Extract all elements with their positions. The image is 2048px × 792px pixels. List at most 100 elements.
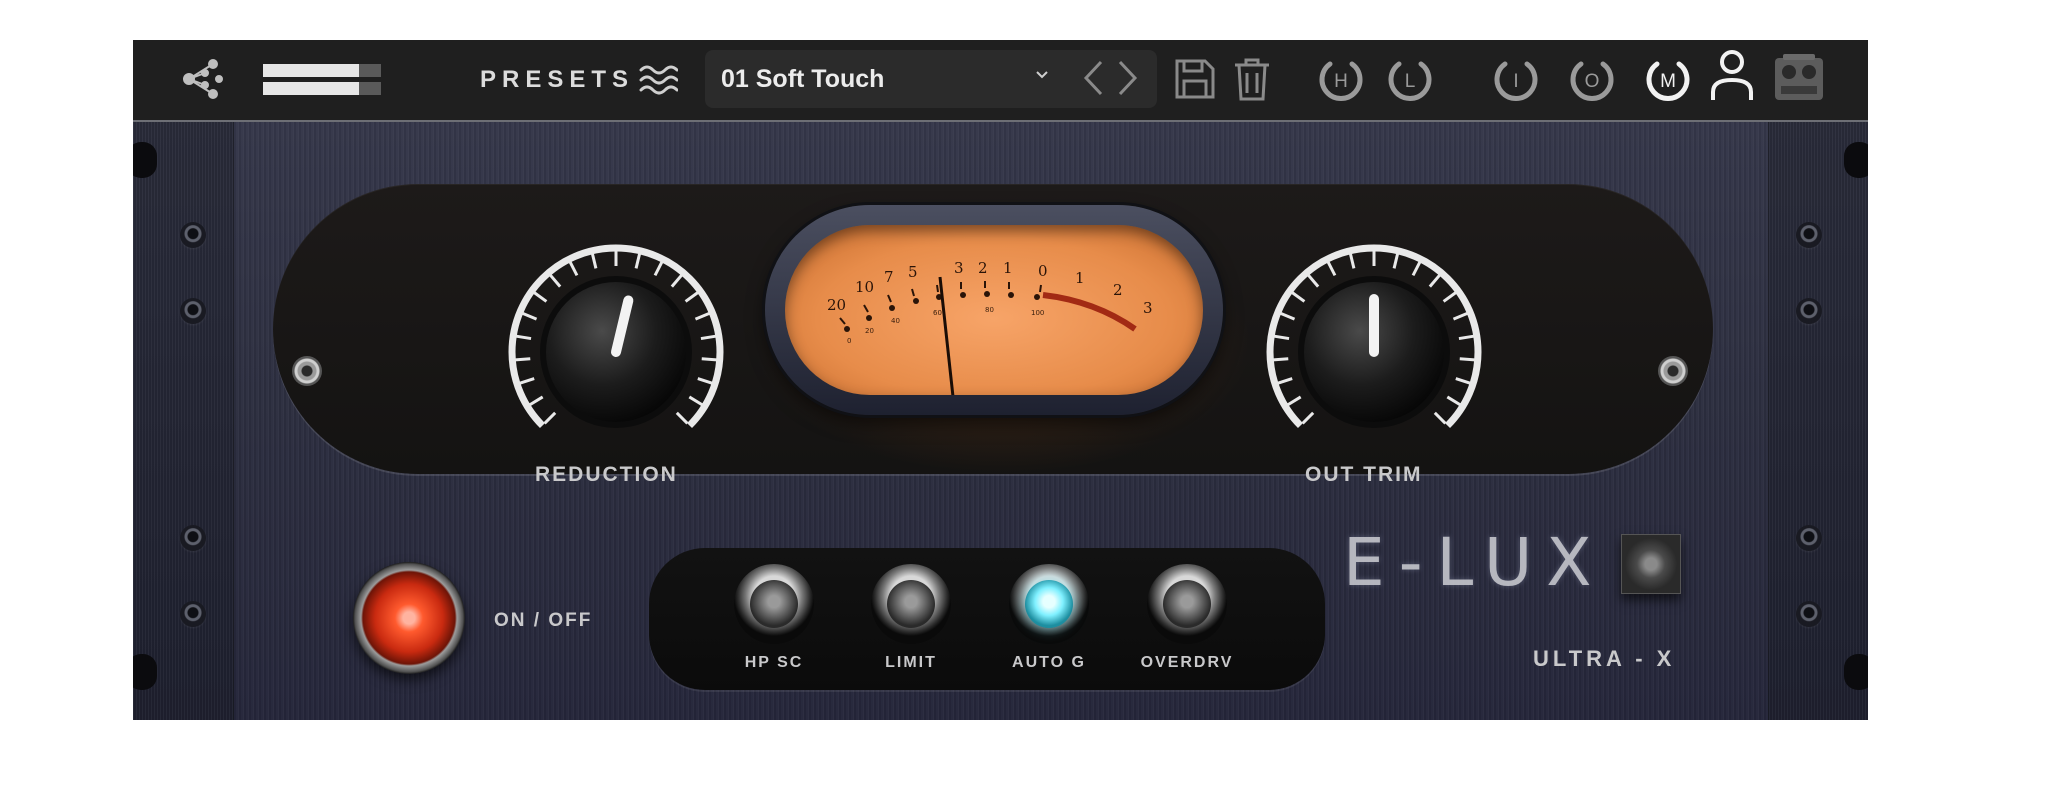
share-icon[interactable]	[181, 58, 227, 100]
knob-tick	[670, 274, 683, 288]
trash-icon[interactable]	[1231, 55, 1273, 103]
rack-screw	[180, 525, 206, 551]
knob-tick	[549, 274, 562, 288]
rack-ear-hole	[1844, 654, 1868, 690]
vu-scale-label: 0	[1038, 262, 1048, 280]
o-button-label: O	[1585, 71, 1600, 92]
i-button-label: I	[1513, 71, 1518, 92]
knob-tick	[1280, 311, 1296, 321]
tape-machine-icon[interactable]	[1773, 52, 1825, 102]
knob-tick	[1392, 253, 1400, 269]
plate-screw	[1658, 356, 1688, 386]
hp-sc-switch[interactable]	[734, 564, 814, 644]
rack-ear-hole	[1844, 142, 1868, 178]
knob-tick	[1455, 377, 1471, 385]
limit-label: LIMIT	[885, 654, 937, 671]
limit-switch[interactable]	[871, 564, 951, 644]
vu-scale-label: 2	[978, 259, 988, 277]
l-button-label: L	[1405, 71, 1416, 92]
knob-tick	[1452, 311, 1468, 321]
knob-tick	[1411, 261, 1422, 277]
vu-percent-label: 20	[865, 327, 874, 335]
arrow-right-icon[interactable]	[1116, 58, 1140, 98]
brand-model: ULTRA - X	[1533, 646, 1676, 671]
knob-tick	[533, 291, 548, 303]
vu-scale-label: 2	[1113, 281, 1123, 299]
knob-tick	[1301, 411, 1315, 425]
toolbar: PRESETS 01 Soft Touch H L I O M	[133, 40, 1868, 122]
overdrv-label: OVERDRV	[1140, 654, 1234, 671]
o-button[interactable]: O	[1567, 54, 1617, 104]
plugin-window: PRESETS 01 Soft Touch H L I O M REDUCTIO…	[133, 40, 1868, 720]
out-trim-label: OUT TRIM	[1305, 463, 1423, 486]
level-bars-icon[interactable]	[263, 60, 381, 98]
vu-needle	[938, 276, 955, 395]
vu-scale-label: 3	[1143, 299, 1153, 317]
power-button[interactable]	[353, 562, 465, 674]
knob-tick	[1291, 291, 1306, 303]
i-button[interactable]: I	[1491, 54, 1541, 104]
knob-tick	[568, 261, 579, 277]
knob-tick	[1273, 357, 1289, 362]
arrow-left-icon[interactable]	[1081, 58, 1105, 98]
rack-screw	[1796, 601, 1822, 627]
vu-scale-label: 1	[1003, 259, 1013, 277]
rack-screw	[180, 601, 206, 627]
switch-panel: HP SC LIMIT AUTO G OVERDRV	[649, 548, 1325, 690]
knob-tick	[634, 253, 642, 269]
knob-tick	[1287, 395, 1302, 407]
knob-tick	[688, 395, 703, 407]
brand-logo: E-LUX	[1343, 524, 1606, 601]
out-trim-knob[interactable]	[1259, 237, 1489, 467]
save-icon[interactable]	[1173, 57, 1217, 101]
knob-tick	[700, 334, 716, 341]
vu-percent-label: 100	[1031, 309, 1044, 317]
vu-scale-label: 10	[855, 278, 874, 296]
knob-tick	[1458, 334, 1474, 341]
hp-sc-label: HP SC	[744, 654, 804, 671]
plate-screw	[292, 356, 322, 386]
overdrv-switch[interactable]	[1147, 564, 1227, 644]
rack-screw	[1796, 298, 1822, 324]
knob-tick	[1459, 357, 1475, 362]
auto-g-led	[1025, 580, 1073, 628]
knob-tick	[516, 334, 532, 341]
vu-scale-label: 3	[954, 259, 964, 277]
knob-tick	[1428, 274, 1441, 288]
rack-screw	[1796, 525, 1822, 551]
rack-ear-hole	[133, 654, 157, 690]
knob-tick	[1277, 377, 1293, 385]
l-button[interactable]: L	[1385, 54, 1435, 104]
wave-icon[interactable]	[638, 62, 678, 98]
knob-tick	[1442, 291, 1457, 303]
knob-tick	[543, 411, 557, 425]
auto-g-switch[interactable]	[1009, 564, 1089, 644]
vu-scale-label: 5	[908, 263, 918, 281]
knob-tick	[1274, 334, 1290, 341]
presets-label[interactable]: PRESETS	[480, 66, 634, 94]
h-button[interactable]: H	[1316, 54, 1366, 104]
knob-tick	[1326, 261, 1337, 277]
chevron-down-icon	[1036, 71, 1048, 79]
knob-tick	[1446, 395, 1461, 407]
knob-tick	[590, 253, 598, 269]
vu-percent-label: 40	[891, 317, 900, 325]
overdrv-led	[1163, 580, 1211, 628]
rack-screw	[1796, 222, 1822, 248]
user-icon[interactable]	[1708, 48, 1756, 102]
vu-scale-label: 20	[827, 296, 846, 314]
knob-tick	[529, 395, 544, 407]
reduction-knob[interactable]	[501, 237, 731, 467]
knob-tick	[522, 311, 538, 321]
rack-screw	[180, 298, 206, 324]
m-button[interactable]: M	[1643, 54, 1693, 104]
limit-led	[887, 580, 935, 628]
vu-meter: 20 10 7 5 3 2 1 0 1 2 3 0 20 40 60 80 10…	[765, 205, 1223, 415]
vu-percent-label: 0	[847, 337, 851, 345]
knob-tick	[675, 411, 689, 425]
brand-badge	[1621, 534, 1681, 594]
auto-g-label: AUTO G	[1012, 654, 1086, 671]
power-label: ON / OFF	[494, 610, 593, 631]
vu-scale-label: 1	[1075, 269, 1085, 287]
knob-tick	[519, 377, 535, 385]
